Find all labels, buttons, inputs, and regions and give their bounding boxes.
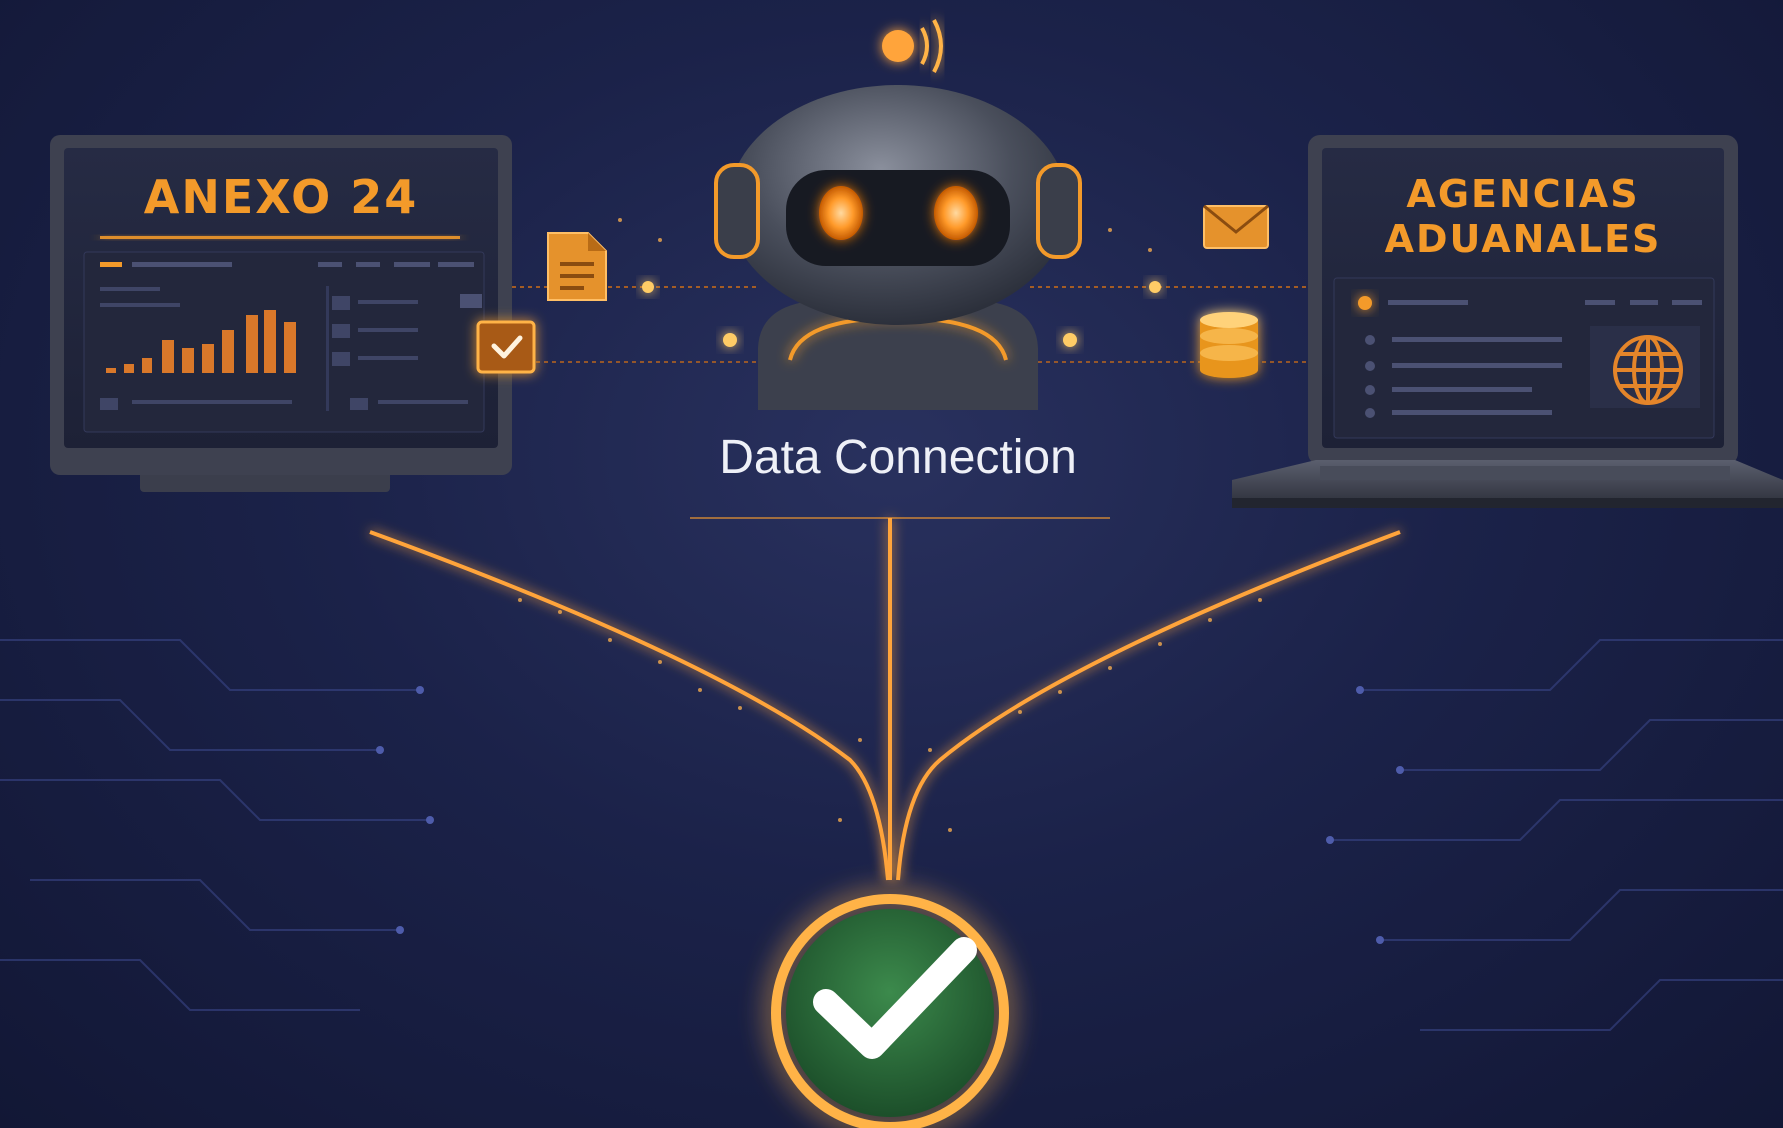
data-connection-diagram: ANEXO 24 AGENCIAS ADUANALES Data Connect… — [0, 19, 1783, 1128]
robot-icon — [714, 19, 1082, 410]
agencias-title-line1: AGENCIAS — [1406, 172, 1639, 216]
anexo24-title: ANEXO 24 — [144, 170, 418, 224]
success-badge — [771, 894, 1009, 1128]
data-connection-caption: Data Connection — [719, 431, 1077, 484]
anexo24-monitor: ANEXO 24 — [50, 135, 512, 492]
envelope-icon — [1203, 204, 1269, 249]
converging-flows — [369, 518, 1401, 881]
right-connection-lines — [1030, 281, 1308, 363]
agencias-aduanales-laptop: AGENCIAS ADUANALES — [1232, 135, 1783, 508]
agencias-title-line2: ADUANALES — [1385, 217, 1662, 261]
checkbox-icon — [476, 320, 536, 374]
globe-icon — [1613, 335, 1683, 405]
database-icon — [1200, 312, 1258, 378]
diagram-canvas: ANEXO 24 AGENCIAS ADUANALES Data Connect… — [0, 0, 1783, 1128]
document-icon — [547, 232, 607, 301]
